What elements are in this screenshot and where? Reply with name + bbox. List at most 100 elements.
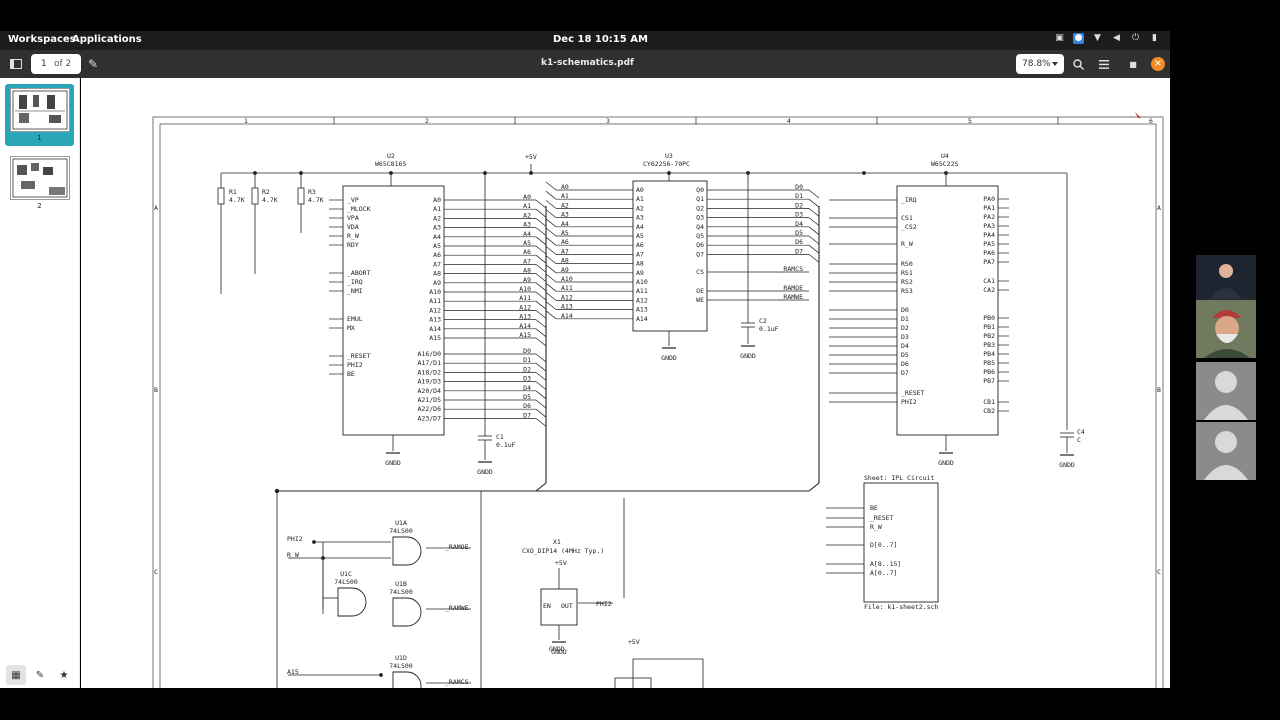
column-label-2: 2 (425, 117, 429, 125)
u4-pin-pa7: PA7 (983, 258, 995, 266)
power-icon[interactable]: ⏻ (1130, 33, 1141, 44)
u2-pin-abort: _ABORT (347, 269, 371, 277)
main-menu-button[interactable] (1094, 54, 1114, 74)
document-view[interactable]: 123456 AABBCC +5V R1 4.7K R2 4.7K R3 4.7… (81, 78, 1170, 688)
system-tray[interactable]: ▣ ● ▼ ◀ ⏻ ▮ (1054, 33, 1160, 44)
page-thumbnail-2[interactable]: 2 (5, 152, 74, 214)
screen: Workspaces Applications Dec 18 10:15 AM … (0, 0, 1280, 720)
bus-entry (545, 292, 557, 301)
r1-ref: R1 (229, 188, 237, 196)
u4-pin-pa0: PA0 (983, 195, 995, 203)
user-icon (1204, 371, 1248, 420)
bus-entry (535, 372, 547, 381)
bus-entry (535, 408, 547, 418)
bus-entry (808, 208, 820, 217)
addr-net-a1: A1 (523, 202, 531, 210)
gate-ref-u1d: U1D (395, 654, 407, 662)
applications-menu[interactable]: Applications (72, 34, 142, 45)
u3-sram: U3 CY62256-70PC A0A0A1A1A2A2A3A3A4A4A5A5… (545, 152, 820, 346)
u3-data-pins: Q0 D0 Q1 D1 Q2 D2 Q3 D3 Q4 D4 Q5 D5 Q6 D6 Q7 D7 (696, 183, 820, 263)
u4-pin-reset: _RESET (901, 389, 925, 397)
addr-net-a14: A14 (519, 322, 531, 330)
zoom-value: 78.8% (1022, 59, 1051, 69)
u2-pin-vda: VDA (347, 223, 359, 231)
column-label-3: 3 (606, 117, 610, 125)
thumbnails-view-button[interactable]: ▦ (6, 665, 26, 685)
bus-entry (535, 291, 547, 301)
vcc-label-2: +5V (628, 638, 640, 646)
bus-entry (535, 282, 547, 292)
minimize-button[interactable]: ■ (1123, 54, 1143, 74)
u3-net-d1: D1 (795, 192, 803, 200)
c2-ref: C2 (759, 317, 767, 325)
bus-entry (808, 226, 820, 236)
bookmarks-view-button[interactable]: ★ (54, 665, 74, 685)
search-button[interactable] (1068, 54, 1088, 74)
workspaces-menu[interactable]: Workspaces (8, 34, 76, 45)
participant-video-2[interactable] (1196, 300, 1256, 358)
u3-pin-a4: A4 (636, 223, 644, 231)
addr-net-a8: A8 (523, 267, 531, 275)
bus-entry (535, 418, 547, 427)
row-label-right-C: C (1157, 568, 1161, 576)
gate-ref-u1c: U1C (340, 570, 352, 578)
bus-entry (545, 236, 557, 246)
battery-icon[interactable]: ▮ (1149, 33, 1160, 44)
u3-pin-a0: A0 (636, 186, 644, 194)
u2-pin-a14: A14 (429, 325, 441, 333)
bus-entry (535, 337, 547, 347)
u4-ref: U4 (941, 152, 949, 160)
u4-pin-d6: D6 (901, 360, 909, 368)
ground-label: GNDD (477, 468, 493, 476)
u4-pin-cb2: CB2 (983, 407, 995, 415)
thumbnail-image (10, 156, 70, 200)
star-icon: ★ (59, 669, 69, 681)
u4-pin-rs1: RS1 (901, 269, 913, 277)
annotations-view-button[interactable]: ✎ (30, 665, 50, 685)
bus-entry (545, 310, 557, 320)
u4-pin-pa1: PA1 (983, 204, 995, 212)
subsheet-pin-1: _RESET (870, 514, 894, 522)
ground-label: GNDD (938, 459, 954, 467)
person-avatar (1196, 255, 1256, 299)
c4-ref: C4 (1077, 428, 1085, 436)
u3-net-d5: D5 (795, 229, 803, 237)
zoom-selector[interactable]: 78.8% (1016, 54, 1064, 74)
hamburger-icon (1099, 59, 1109, 69)
u3-pin-a9: A9 (636, 269, 644, 277)
screen-share-icon[interactable]: ▣ (1054, 33, 1065, 44)
thumbnail-label: 2 (37, 202, 42, 210)
bus-entry (545, 255, 557, 264)
u3-pin-a12: A12 (636, 296, 648, 304)
u2-pin-data-7: A23/D7 (418, 414, 442, 422)
u2-pin-a0: A0 (433, 196, 441, 204)
user-icon (1204, 431, 1248, 480)
u3-net-d6: D6 (795, 238, 803, 246)
u3-net-d7: D7 (795, 247, 803, 255)
subsheet-pin-3: D[0..7] (870, 541, 897, 549)
app-indicator-icon[interactable]: ● (1073, 33, 1084, 44)
page-thumbnail-1[interactable]: 1 (5, 84, 74, 146)
u3-pin-q1: Q1 (696, 195, 704, 203)
u3-pin-a6: A6 (636, 241, 644, 249)
clock[interactable]: Dec 18 10:15 AM (553, 34, 648, 45)
u3-pin-a13: A13 (636, 306, 648, 314)
data-net-d5: D5 (523, 393, 531, 401)
participant-placeholder-2[interactable] (1196, 422, 1256, 480)
u3-pin-oe: OE (696, 287, 704, 295)
data-net-d4: D4 (523, 384, 531, 392)
u3-net-we: _RAMWE (780, 293, 804, 301)
toggle-sidebar-button[interactable] (6, 54, 26, 74)
annotate-button[interactable]: ✎ (83, 54, 103, 74)
volume-icon[interactable]: ◀ (1111, 33, 1122, 44)
c2-capacitor (741, 173, 755, 344)
page-number-field[interactable]: 1 of 2 (31, 54, 81, 74)
u2-pin-be: BE (347, 370, 355, 378)
u3-net-d3: D3 (795, 211, 803, 219)
wifi-icon[interactable]: ▼ (1092, 33, 1103, 44)
c4-capacitor (1060, 432, 1074, 453)
close-button[interactable]: × (1151, 57, 1165, 71)
data-net-d1: D1 (523, 356, 531, 364)
gate-ref-u1b: U1B (395, 580, 407, 588)
participant-placeholder-1[interactable] (1196, 362, 1256, 420)
